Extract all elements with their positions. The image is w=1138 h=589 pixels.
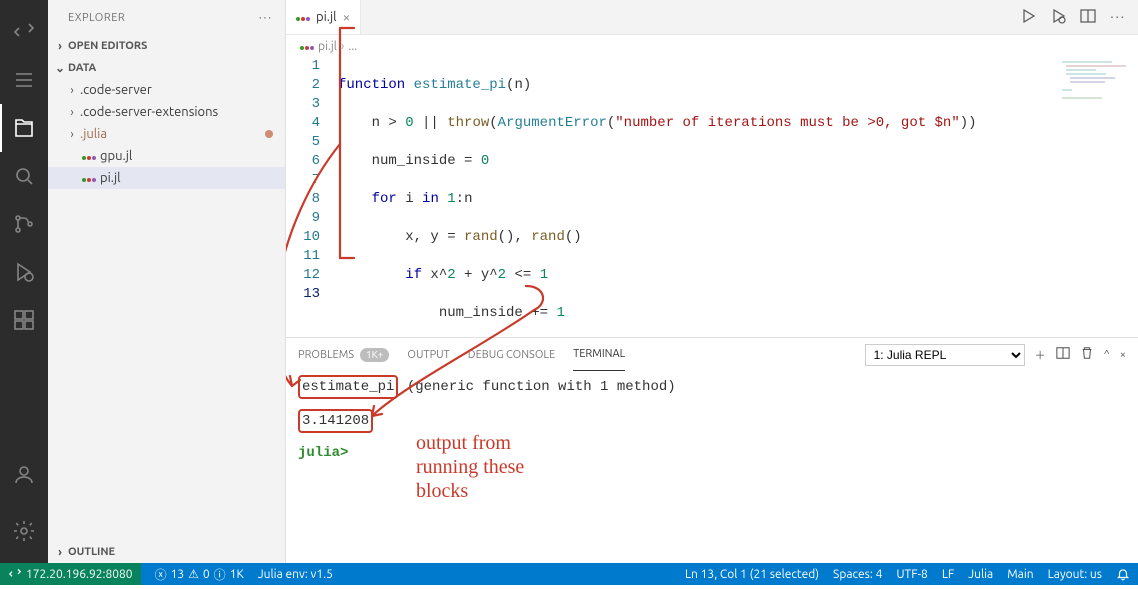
source-control-icon[interactable] bbox=[0, 200, 48, 248]
close-panel-icon[interactable]: × bbox=[1120, 349, 1126, 361]
panel-tab-terminal[interactable]: TERMINAL bbox=[573, 338, 625, 371]
account-icon[interactable] bbox=[0, 451, 48, 499]
julia-file-icon bbox=[80, 171, 98, 185]
maximize-panel-icon[interactable]: ^ bbox=[1104, 349, 1110, 361]
run-icon[interactable] bbox=[1020, 8, 1036, 27]
tree-folder[interactable]: ›.code-server bbox=[48, 79, 285, 101]
bottom-panel: PROBLEMS 1K+ OUTPUT DEBUG CONSOLE TERMIN… bbox=[286, 337, 1138, 563]
close-icon[interactable]: × bbox=[343, 9, 351, 25]
editor-area: pi.jl × ··· pi.jl › ... 1234567891011121… bbox=[286, 0, 1138, 563]
run-debug-icon[interactable] bbox=[0, 248, 48, 296]
outline-label: OUTLINE bbox=[68, 546, 115, 558]
kill-terminal-icon[interactable] bbox=[1080, 346, 1094, 363]
editor-tab[interactable]: pi.jl × bbox=[286, 0, 361, 34]
tree-file[interactable]: gpu.jl bbox=[48, 145, 285, 167]
terminal-content[interactable]: estimate_pi (generic function with 1 met… bbox=[286, 371, 1138, 563]
terminal-selector[interactable]: 1: Julia REPL bbox=[865, 344, 1025, 366]
code-content[interactable]: function estimate_pi(n) n > 0 || throw(A… bbox=[338, 57, 1138, 337]
outline-section[interactable]: › OUTLINE bbox=[48, 541, 285, 563]
panel-tab-problems[interactable]: PROBLEMS 1K+ bbox=[298, 338, 389, 371]
file-tree: ›.code-server ›.code-server-extensions ›… bbox=[48, 79, 285, 189]
workspace-label: DATA bbox=[68, 62, 96, 74]
open-editors-section[interactable]: › OPEN EDITORS bbox=[48, 35, 285, 57]
explorer-sidebar: EXPLORER ··· › OPEN EDITORS ⌄ DATA ›.cod… bbox=[48, 0, 286, 563]
tree-folder[interactable]: ›.julia bbox=[48, 123, 285, 145]
line-gutter: 12345678910111213 bbox=[286, 57, 338, 337]
problems-badge: 1K+ bbox=[360, 348, 389, 362]
status-julia-env[interactable]: Julia env: v1.5 bbox=[258, 568, 333, 581]
explorer-icon[interactable] bbox=[0, 104, 48, 152]
breadcrumb-rest: ... bbox=[348, 40, 357, 53]
breadcrumb-file: pi.jl bbox=[318, 40, 337, 53]
search-icon[interactable] bbox=[0, 152, 48, 200]
menu-icon[interactable] bbox=[0, 56, 48, 104]
remote-icon[interactable] bbox=[0, 8, 48, 56]
settings-icon[interactable] bbox=[0, 507, 48, 555]
panel-tab-debug[interactable]: DEBUG CONSOLE bbox=[468, 338, 555, 371]
code-editor[interactable]: 12345678910111213 function estimate_pi(n… bbox=[286, 57, 1138, 337]
remote-host[interactable]: 172.20.196.92:8080 bbox=[0, 563, 141, 585]
panel-tab-output[interactable]: OUTPUT bbox=[407, 338, 449, 371]
status-problems[interactable]: ⓧ13 ⚠0 ⓘ1K bbox=[155, 566, 244, 583]
tree-file[interactable]: pi.jl bbox=[48, 167, 285, 189]
more-icon[interactable]: ··· bbox=[1110, 10, 1126, 24]
sidebar-title: EXPLORER bbox=[68, 12, 125, 24]
activity-bar bbox=[0, 0, 48, 563]
julia-prompt: julia> bbox=[298, 445, 348, 461]
annotation-text: output from running these blocks bbox=[416, 431, 524, 503]
new-terminal-icon[interactable]: ＋ bbox=[1035, 347, 1046, 363]
julia-file-icon bbox=[296, 10, 310, 24]
more-icon[interactable]: ··· bbox=[259, 12, 273, 24]
workspace-section[interactable]: ⌄ DATA bbox=[48, 57, 285, 79]
tree-folder[interactable]: ›.code-server-extensions bbox=[48, 101, 285, 123]
annotation-box: estimate_pi bbox=[298, 375, 398, 399]
run-debug-icon[interactable] bbox=[1050, 8, 1066, 27]
editor-tabbar: pi.jl × ··· bbox=[286, 0, 1138, 35]
julia-file-icon bbox=[80, 149, 98, 163]
minimap[interactable] bbox=[1058, 57, 1138, 117]
extensions-icon[interactable] bbox=[0, 296, 48, 344]
annotation-box: 3.141208 bbox=[298, 409, 373, 433]
open-editors-label: OPEN EDITORS bbox=[68, 40, 147, 52]
split-editor-icon[interactable] bbox=[1080, 8, 1096, 27]
breadcrumb[interactable]: pi.jl › ... bbox=[286, 35, 1138, 57]
split-terminal-icon[interactable] bbox=[1056, 346, 1070, 363]
tab-label: pi.jl bbox=[316, 10, 337, 24]
